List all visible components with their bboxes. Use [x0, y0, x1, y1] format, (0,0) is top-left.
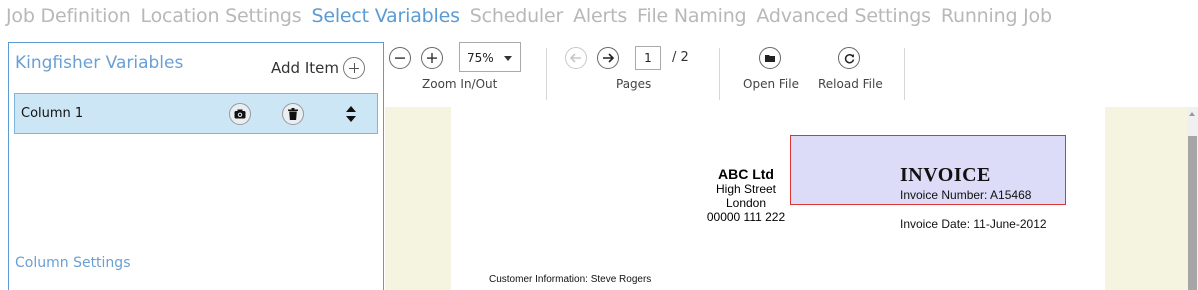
- company-block: ABC Ltd High Street London 00000 111 222: [691, 166, 801, 224]
- variables-panel: Kingfisher Variables Add Item Column 1 C…: [8, 42, 384, 290]
- camera-icon[interactable]: [229, 103, 251, 125]
- open-file-label: Open File: [743, 77, 799, 91]
- reload-file-label: Reload File: [818, 77, 883, 91]
- invoice-title: INVOICE: [900, 164, 991, 186]
- company-name: ABC Ltd: [718, 166, 774, 182]
- address-line: High Street: [715, 182, 777, 196]
- scroll-up-icon[interactable]: [1189, 112, 1195, 116]
- invoice-date: Invoice Date: 11-June-2012: [900, 217, 1047, 231]
- tab-select-variables[interactable]: Select Variables: [311, 5, 459, 31]
- next-page-button[interactable]: [597, 47, 619, 69]
- plus-circle-icon: [343, 57, 365, 79]
- document-page: ABC Ltd High Street London 00000 111 222…: [451, 107, 1105, 290]
- zoom-label: Zoom In/Out: [422, 77, 498, 91]
- pages-label: Pages: [616, 77, 652, 91]
- document-viewer[interactable]: ABC Ltd High Street London 00000 111 222…: [385, 107, 1187, 290]
- tab-location-settings[interactable]: Location Settings: [141, 5, 302, 31]
- address-line: 00000 111 222: [706, 210, 786, 224]
- page-number-input[interactable]: 1: [635, 46, 661, 70]
- toolbar-divider: [719, 48, 720, 100]
- arrow-left-icon: [570, 53, 581, 63]
- zoom-out-button[interactable]: [389, 47, 411, 69]
- tab-scheduler[interactable]: Scheduler: [470, 5, 564, 31]
- variable-row[interactable]: Column 1: [14, 93, 378, 134]
- app-window: Job Definition Location Settings Select …: [0, 0, 1198, 290]
- sort-icon[interactable]: [345, 104, 357, 124]
- tab-running-job[interactable]: Running Job: [941, 5, 1052, 31]
- tab-job-definition[interactable]: Job Definition: [6, 5, 131, 31]
- invoice-number: Invoice Number: A15468: [900, 188, 1032, 202]
- tab-file-naming[interactable]: File Naming: [637, 5, 747, 31]
- variable-row-label: Column 1: [21, 106, 84, 121]
- folder-icon: [764, 55, 775, 62]
- arrow-right-icon: [603, 53, 614, 63]
- address-line: London: [725, 196, 767, 210]
- scrollbar-thumb[interactable]: [1188, 136, 1197, 290]
- column-settings-link[interactable]: Column Settings: [15, 255, 131, 271]
- previous-page-button[interactable]: [565, 47, 587, 69]
- zoom-in-button[interactable]: [421, 47, 443, 69]
- zoom-value: 75%: [467, 51, 494, 65]
- chevron-down-icon: [504, 56, 512, 61]
- toolbar-divider: [904, 48, 905, 100]
- plus-icon: [427, 53, 437, 63]
- trash-icon[interactable]: [282, 103, 304, 125]
- toolbar-divider: [546, 48, 547, 100]
- panel-title: Kingfisher Variables: [15, 53, 184, 73]
- open-file-button[interactable]: [759, 47, 781, 69]
- page-total: / 2: [672, 50, 689, 65]
- zoom-select[interactable]: 75%: [459, 42, 521, 72]
- reload-file-button[interactable]: [838, 47, 860, 69]
- tab-advanced-settings[interactable]: Advanced Settings: [756, 5, 931, 31]
- tab-alerts[interactable]: Alerts: [573, 5, 627, 31]
- add-item-button[interactable]: Add Item: [271, 57, 365, 79]
- minus-icon: [395, 57, 405, 59]
- add-item-label: Add Item: [271, 59, 339, 77]
- reload-icon: [844, 53, 854, 63]
- wizard-tabs: Job Definition Location Settings Select …: [6, 5, 1062, 31]
- customer-info: Customer Information: Steve Rogers: [489, 274, 652, 285]
